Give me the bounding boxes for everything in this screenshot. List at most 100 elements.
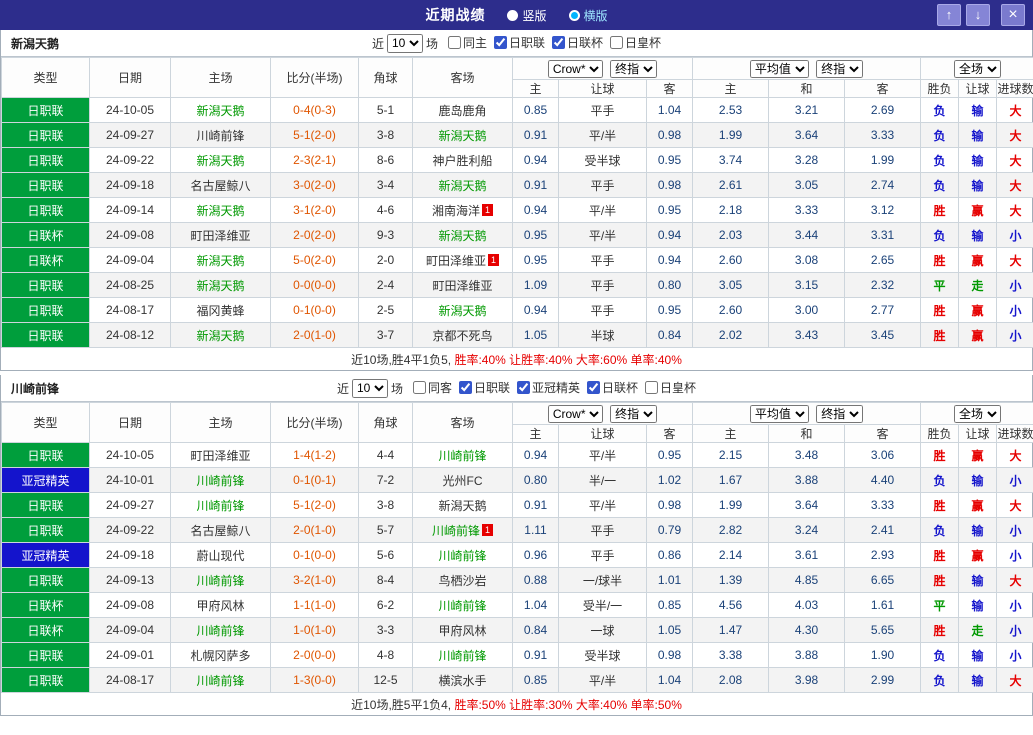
away-team-link[interactable]: 町田泽维亚 <box>426 254 486 268</box>
home-team-link[interactable]: 町田泽维亚 <box>190 229 250 243</box>
away-team-link[interactable]: 新潟天鹅 <box>438 129 486 143</box>
filter-option-同主[interactable]: 同主 <box>447 34 487 51</box>
away-team-link[interactable]: 湘南海洋 <box>432 204 480 218</box>
cell-result: 负 <box>920 517 960 543</box>
close-button[interactable]: × <box>1001 4 1025 26</box>
home-team-link[interactable]: 新潟天鹅 <box>196 329 244 343</box>
summary-segment: 让胜率:30% <box>509 697 576 712</box>
home-team-link[interactable]: 川崎前锋 <box>196 499 244 513</box>
home-team-link[interactable]: 町田泽维亚 <box>190 449 250 463</box>
fulltime-select[interactable]: 全场 <box>954 59 1002 78</box>
filter-checkbox[interactable] <box>552 36 566 49</box>
bookmaker-select[interactable]: Crow* <box>547 59 603 78</box>
layout-horizontal-option[interactable]: 横版 <box>568 7 608 24</box>
cell-home-team: 川崎前锋 <box>170 492 271 518</box>
cell-goals-result: 小 <box>996 542 1033 568</box>
away-team-link[interactable]: 川崎前锋 <box>432 524 480 538</box>
fulltime-select[interactable]: 全场 <box>954 404 1002 423</box>
odds-stage-select[interactable]: 终指 <box>610 59 658 78</box>
bookmaker-select[interactable]: Crow* <box>547 404 603 423</box>
cell-corners: 12-5 <box>358 667 413 693</box>
cell-corners: 8-4 <box>358 567 413 593</box>
home-team-link[interactable]: 川崎前锋 <box>196 474 244 488</box>
home-team-link[interactable]: 新潟天鹅 <box>196 254 244 268</box>
away-team-link[interactable]: 新潟天鹅 <box>438 229 486 243</box>
home-team-link[interactable]: 名古屋鲸八 <box>190 179 250 193</box>
filter-option-日职联[interactable]: 日职联 <box>458 379 510 396</box>
filter-checkbox[interactable] <box>412 381 426 394</box>
home-team-link[interactable]: 新潟天鹅 <box>196 204 244 218</box>
filter-option-日皇杯[interactable]: 日皇杯 <box>610 34 661 51</box>
match-row: 日职联 24-09-22 新潟天鹅 2-3(2-1) 8-6 神户胜利船 0.94 受半球 0.… <box>1 147 1033 173</box>
filter-option-日联杯[interactable]: 日联杯 <box>587 379 638 396</box>
filter-checkbox[interactable] <box>610 36 624 49</box>
average-select[interactable]: 平均值 <box>749 404 809 423</box>
cell-avg-draw: 3.43 <box>768 322 846 348</box>
home-team-link[interactable]: 川崎前锋 <box>196 674 244 688</box>
home-team-link[interactable]: 川崎前锋 <box>196 624 244 638</box>
home-team-link[interactable]: 名古屋鲸八 <box>190 524 250 538</box>
filter-option-同客[interactable]: 同客 <box>412 379 452 396</box>
cell-avg-draw: 3.15 <box>768 272 846 298</box>
layout-vertical-option[interactable]: 竖版 <box>507 7 547 24</box>
filter-checkbox[interactable] <box>447 36 461 49</box>
home-team-link[interactable]: 川崎前锋 <box>196 129 244 143</box>
cell-handicap-result: 赢 <box>958 442 998 468</box>
cell-goals-result: 大 <box>996 567 1033 593</box>
away-team-link[interactable]: 神户胜利船 <box>432 154 492 168</box>
away-team-link[interactable]: 鸟栖沙岩 <box>438 574 486 588</box>
home-team-link[interactable]: 新潟天鹅 <box>196 279 244 293</box>
match-count-select[interactable]: 10 <box>386 33 423 53</box>
away-team-link[interactable]: 川崎前锋 <box>438 649 486 663</box>
avg-stage-select[interactable]: 终指 <box>816 404 864 423</box>
cell-odds-home: 1.04 <box>512 592 559 618</box>
odds-stage-select[interactable]: 终指 <box>610 404 658 423</box>
average-select[interactable]: 平均值 <box>749 59 809 78</box>
away-team-link[interactable]: 新潟天鹅 <box>438 304 486 318</box>
away-team-link[interactable]: 新潟天鹅 <box>438 499 486 513</box>
filter-option-亚冠精英[interactable]: 亚冠精英 <box>517 379 580 396</box>
scroll-up-button[interactable]: ↑ <box>937 4 961 26</box>
away-team-link[interactable]: 横滨水手 <box>438 674 486 688</box>
away-team-link[interactable]: 町田泽维亚 <box>432 279 492 293</box>
cell-avg-away: 1.61 <box>844 592 922 618</box>
away-team-link[interactable]: 新潟天鹅 <box>438 179 486 193</box>
filter-option-日皇杯[interactable]: 日皇杯 <box>645 379 696 396</box>
away-team-link[interactable]: 甲府风林 <box>438 624 486 638</box>
filter-checkbox[interactable] <box>494 36 507 49</box>
filter-option-日联杯[interactable]: 日联杯 <box>552 34 603 51</box>
cell-handicap: 平/半 <box>558 442 647 468</box>
away-team-link[interactable]: 川崎前锋 <box>438 549 486 563</box>
home-team-link[interactable]: 蔚山现代 <box>196 549 244 563</box>
cell-result: 胜 <box>920 542 960 568</box>
away-team-link[interactable]: 京都不死鸟 <box>432 329 492 343</box>
scroll-down-button[interactable]: ↓ <box>966 4 990 26</box>
cell-result: 负 <box>920 97 960 123</box>
cell-corners: 8-6 <box>358 147 413 173</box>
filter-checkbox[interactable] <box>458 381 472 394</box>
away-team-link[interactable]: 川崎前锋 <box>438 599 486 613</box>
cell-result: 胜 <box>920 492 960 518</box>
home-team-link[interactable]: 甲府风林 <box>196 599 244 613</box>
filter-checkbox[interactable] <box>645 381 659 394</box>
cell-odds-away: 0.94 <box>645 222 694 248</box>
filter-option-日职联[interactable]: 日职联 <box>494 34 545 51</box>
filter-checkbox[interactable] <box>517 381 530 394</box>
cell-avg-away: 2.69 <box>844 97 922 123</box>
home-team-link[interactable]: 新潟天鹅 <box>196 104 244 118</box>
avg-stage-select[interactable]: 终指 <box>816 59 864 78</box>
cell-league-type: 日职联 <box>1 642 90 668</box>
cell-odds-away: 0.98 <box>645 492 694 518</box>
away-team-link[interactable]: 鹿岛鹿角 <box>438 104 486 118</box>
radio-selected-icon <box>568 9 580 21</box>
cell-goals-result: 大 <box>996 442 1033 468</box>
match-count-select[interactable]: 10 <box>351 378 388 398</box>
home-team-link[interactable]: 札幌冈萨多 <box>190 649 250 663</box>
away-team-link[interactable]: 川崎前锋 <box>438 449 486 463</box>
away-team-link[interactable]: 光州FC <box>443 474 483 488</box>
home-team-link[interactable]: 川崎前锋 <box>196 574 244 588</box>
home-team-link[interactable]: 福冈黄蜂 <box>196 304 244 318</box>
home-team-link[interactable]: 新潟天鹅 <box>196 154 244 168</box>
cell-avg-draw: 3.64 <box>768 122 846 148</box>
filter-checkbox[interactable] <box>587 381 601 394</box>
